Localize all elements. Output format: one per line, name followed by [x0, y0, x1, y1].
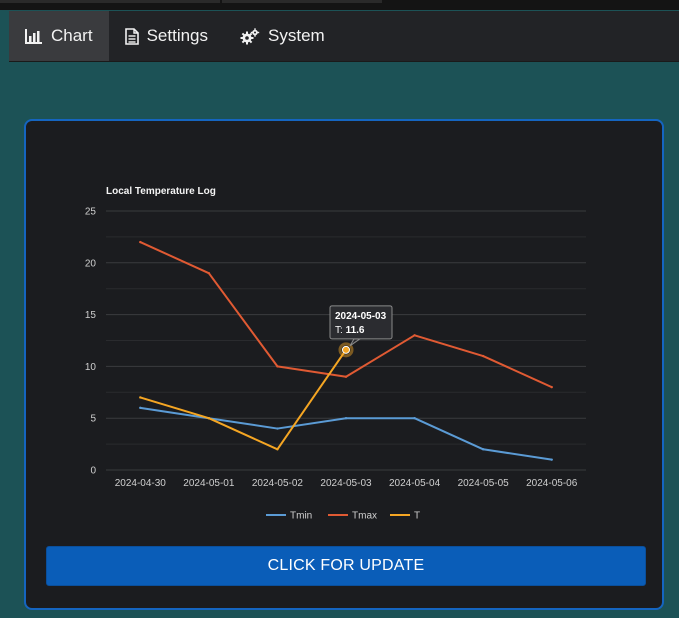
- y-tick-label: 0: [90, 466, 96, 477]
- x-tick-label: 2024-05-02: [252, 478, 304, 489]
- data-point: [276, 427, 279, 430]
- data-point: [207, 271, 211, 275]
- data-point: [413, 417, 416, 420]
- x-tick-label: 2024-05-04: [389, 478, 441, 489]
- legend-label: Tmin: [290, 511, 312, 522]
- data-point: [344, 417, 348, 420]
- tab-chart-label: Chart: [51, 26, 93, 45]
- series-line-t: [139, 349, 347, 451]
- y-tick-label: 20: [85, 258, 97, 269]
- data-point: [481, 448, 485, 451]
- data-point: [207, 417, 211, 420]
- data-point: [550, 385, 553, 389]
- y-tick-label: 25: [85, 207, 97, 218]
- x-tick-label: 2024-05-05: [458, 478, 510, 489]
- y-tick-label: 10: [85, 362, 97, 373]
- tooltip-title: 2024-05-03: [335, 311, 387, 322]
- nav-bar: Chart Settings System: [9, 11, 679, 62]
- data-point: [139, 406, 142, 410]
- tooltip-caret: [349, 338, 362, 347]
- data-point: [276, 448, 279, 451]
- temperature-chart: Local Temperature Log 0 5 10 15 20 25 2024-04-…: [85, 186, 586, 522]
- tab-settings[interactable]: Settings: [109, 11, 224, 61]
- y-tick-label: 5: [90, 414, 96, 425]
- legend-label: Tmax: [352, 511, 377, 522]
- data-point: [344, 375, 348, 378]
- chart-card: Local Temperature Log 0 5 10 15 20 25 2024-04-…: [24, 119, 664, 610]
- update-button[interactable]: CLICK FOR UPDATE: [46, 546, 646, 586]
- data-point: [413, 334, 416, 337]
- tab-system-label: System: [268, 26, 325, 45]
- chart-title: Local Temperature Log: [106, 186, 216, 197]
- x-tick-label: 2024-05-06: [526, 478, 578, 489]
- tab-system[interactable]: System: [224, 11, 341, 61]
- x-tick-label: 2024-05-01: [183, 478, 235, 489]
- data-point: [550, 458, 553, 461]
- tooltip-point: [342, 345, 350, 354]
- top-strip: [0, 0, 679, 10]
- tooltip-value: T: 11.6: [335, 325, 365, 336]
- tab-chart[interactable]: Chart: [9, 11, 109, 61]
- top-strip-segment: [0, 0, 220, 3]
- data-point: [276, 365, 279, 368]
- top-strip-segment: [222, 0, 382, 3]
- data-point: [139, 396, 142, 399]
- document-icon: [124, 27, 139, 45]
- gears-icon: [240, 27, 260, 45]
- tab-settings-label: Settings: [146, 26, 209, 45]
- data-point: [139, 240, 142, 244]
- bar-chart-icon: [25, 28, 43, 44]
- x-tick-label: 2024-04-30: [115, 478, 167, 489]
- legend-label: T: [414, 511, 420, 522]
- data-point: [481, 354, 485, 358]
- y-tick-label: 15: [85, 310, 97, 321]
- x-tick-label: 2024-05-03: [320, 478, 372, 489]
